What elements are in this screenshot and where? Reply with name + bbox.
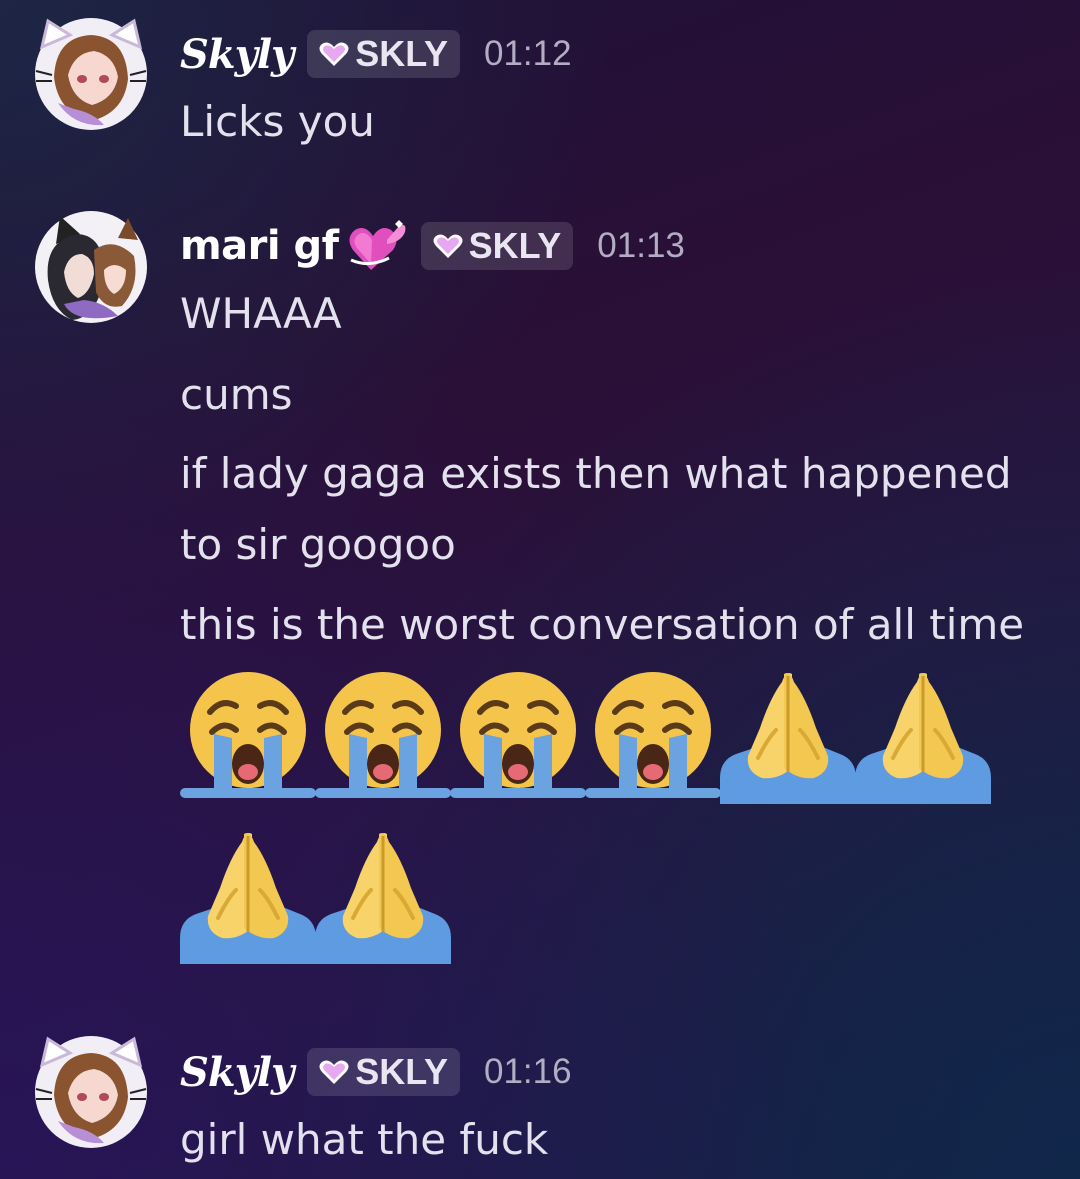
server-tag-label: SKLY <box>355 1051 448 1092</box>
heart-icon <box>319 1059 349 1085</box>
avatar-image <box>34 1035 148 1149</box>
username[interactable]: Skyly <box>180 1049 294 1096</box>
chat-message: Skyly SKLY 01:16 girl what the fuck <box>0 0 1080 1179</box>
message-text: girl what the fuck <box>180 1115 549 1164</box>
timestamp: 01:16 <box>484 1052 572 1091</box>
server-tag[interactable]: SKLY <box>307 1048 460 1096</box>
avatar[interactable] <box>34 1035 148 1149</box>
message-header: Skyly SKLY 01:16 <box>180 1042 572 1102</box>
